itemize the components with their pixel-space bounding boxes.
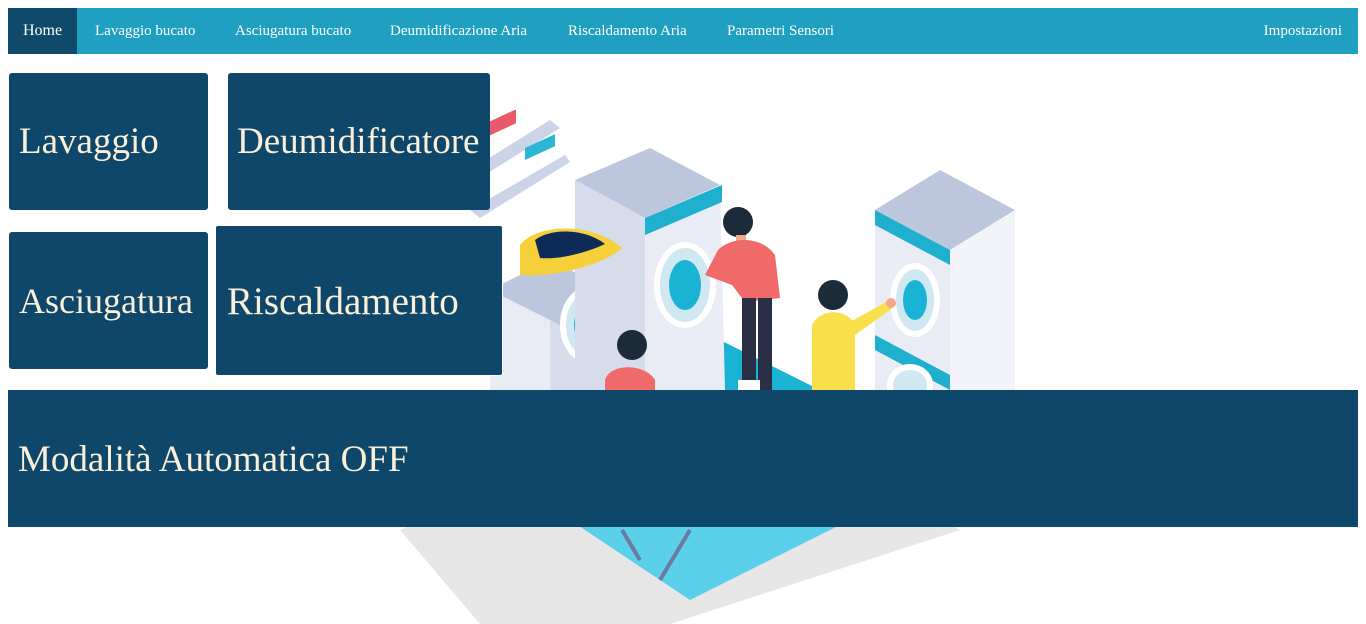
nav-riscaldamento-aria[interactable]: Riscaldamento Aria — [568, 8, 687, 54]
nav-deumidificazione-aria[interactable]: Deumidificazione Aria — [390, 8, 527, 54]
tile-deumidificatore[interactable]: Deumidificatore — [228, 73, 490, 210]
tile-asciugatura[interactable]: Asciugatura — [9, 232, 208, 369]
nav-impostazioni[interactable]: Impostazioni — [1264, 8, 1342, 54]
tile-riscaldamento-label: Riscaldamento — [227, 280, 459, 323]
nav-asciugatura-bucato[interactable]: Asciugatura bucato — [235, 8, 351, 54]
auto-mode-label: Modalità Automatica OFF — [18, 439, 409, 480]
top-navbar: Home Lavaggio bucato Asciugatura bucato … — [8, 8, 1358, 54]
nav-lavaggio-bucato[interactable]: Lavaggio bucato — [95, 8, 195, 54]
tile-lavaggio[interactable]: Lavaggio — [9, 73, 208, 210]
tile-riscaldamento[interactable]: Riscaldamento — [215, 225, 503, 376]
tile-lavaggio-label: Lavaggio — [19, 121, 159, 162]
nav-parametri-sensori[interactable]: Parametri Sensori — [727, 8, 834, 54]
tile-deumidificatore-label: Deumidificatore — [237, 121, 480, 162]
nav-home[interactable]: Home — [8, 8, 78, 54]
auto-mode-toggle[interactable]: Modalità Automatica OFF — [8, 390, 1358, 527]
tile-asciugatura-label: Asciugatura — [19, 281, 193, 321]
